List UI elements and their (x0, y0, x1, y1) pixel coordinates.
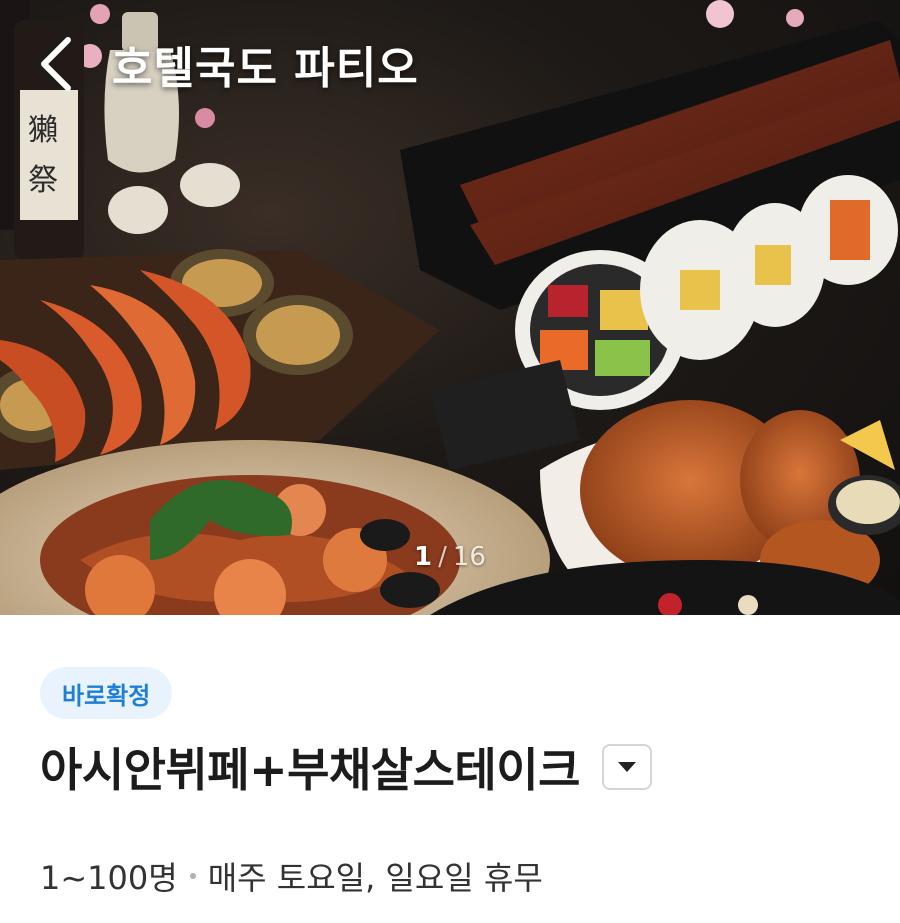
product-dropdown-button[interactable] (601, 744, 652, 790)
current-image-number: 1 (414, 542, 433, 572)
top-navigation-bar: 호텔국도 파티오 (0, 0, 900, 120)
caret-down-icon (617, 762, 636, 772)
title-row: 아시안뷔페+부채살스테이크 (40, 735, 652, 799)
svg-text:祭: 祭 (28, 163, 58, 198)
hero-photo-gallery[interactable]: 獺 祭 호텔국도 파티오 1 / 16 (0, 0, 900, 615)
instant-confirm-badge: 바로확정 (40, 667, 173, 719)
capacity-text: 1~100명 (40, 859, 178, 897)
product-title: 아시안뷔페+부채살스테이크 (40, 743, 580, 797)
chevron-left-icon (41, 37, 71, 91)
back-button[interactable] (28, 28, 92, 100)
total-image-count: 16 (452, 542, 486, 572)
product-meta: 1~100명 매주 토요일, 일요일 휴무 (40, 853, 543, 899)
meta-separator-dot (189, 873, 196, 879)
closed-days-text: 매주 토요일, 일요일 휴무 (207, 859, 543, 897)
product-info-section: 바로확정 아시안뷔페+부채살스테이크 1~100명 매주 토요일, 일요일 휴무 (0, 615, 900, 923)
image-counter: 1 / 16 (400, 535, 500, 579)
hotel-name: 호텔국도 파티오 (112, 43, 419, 94)
counter-separator: / (438, 542, 447, 572)
